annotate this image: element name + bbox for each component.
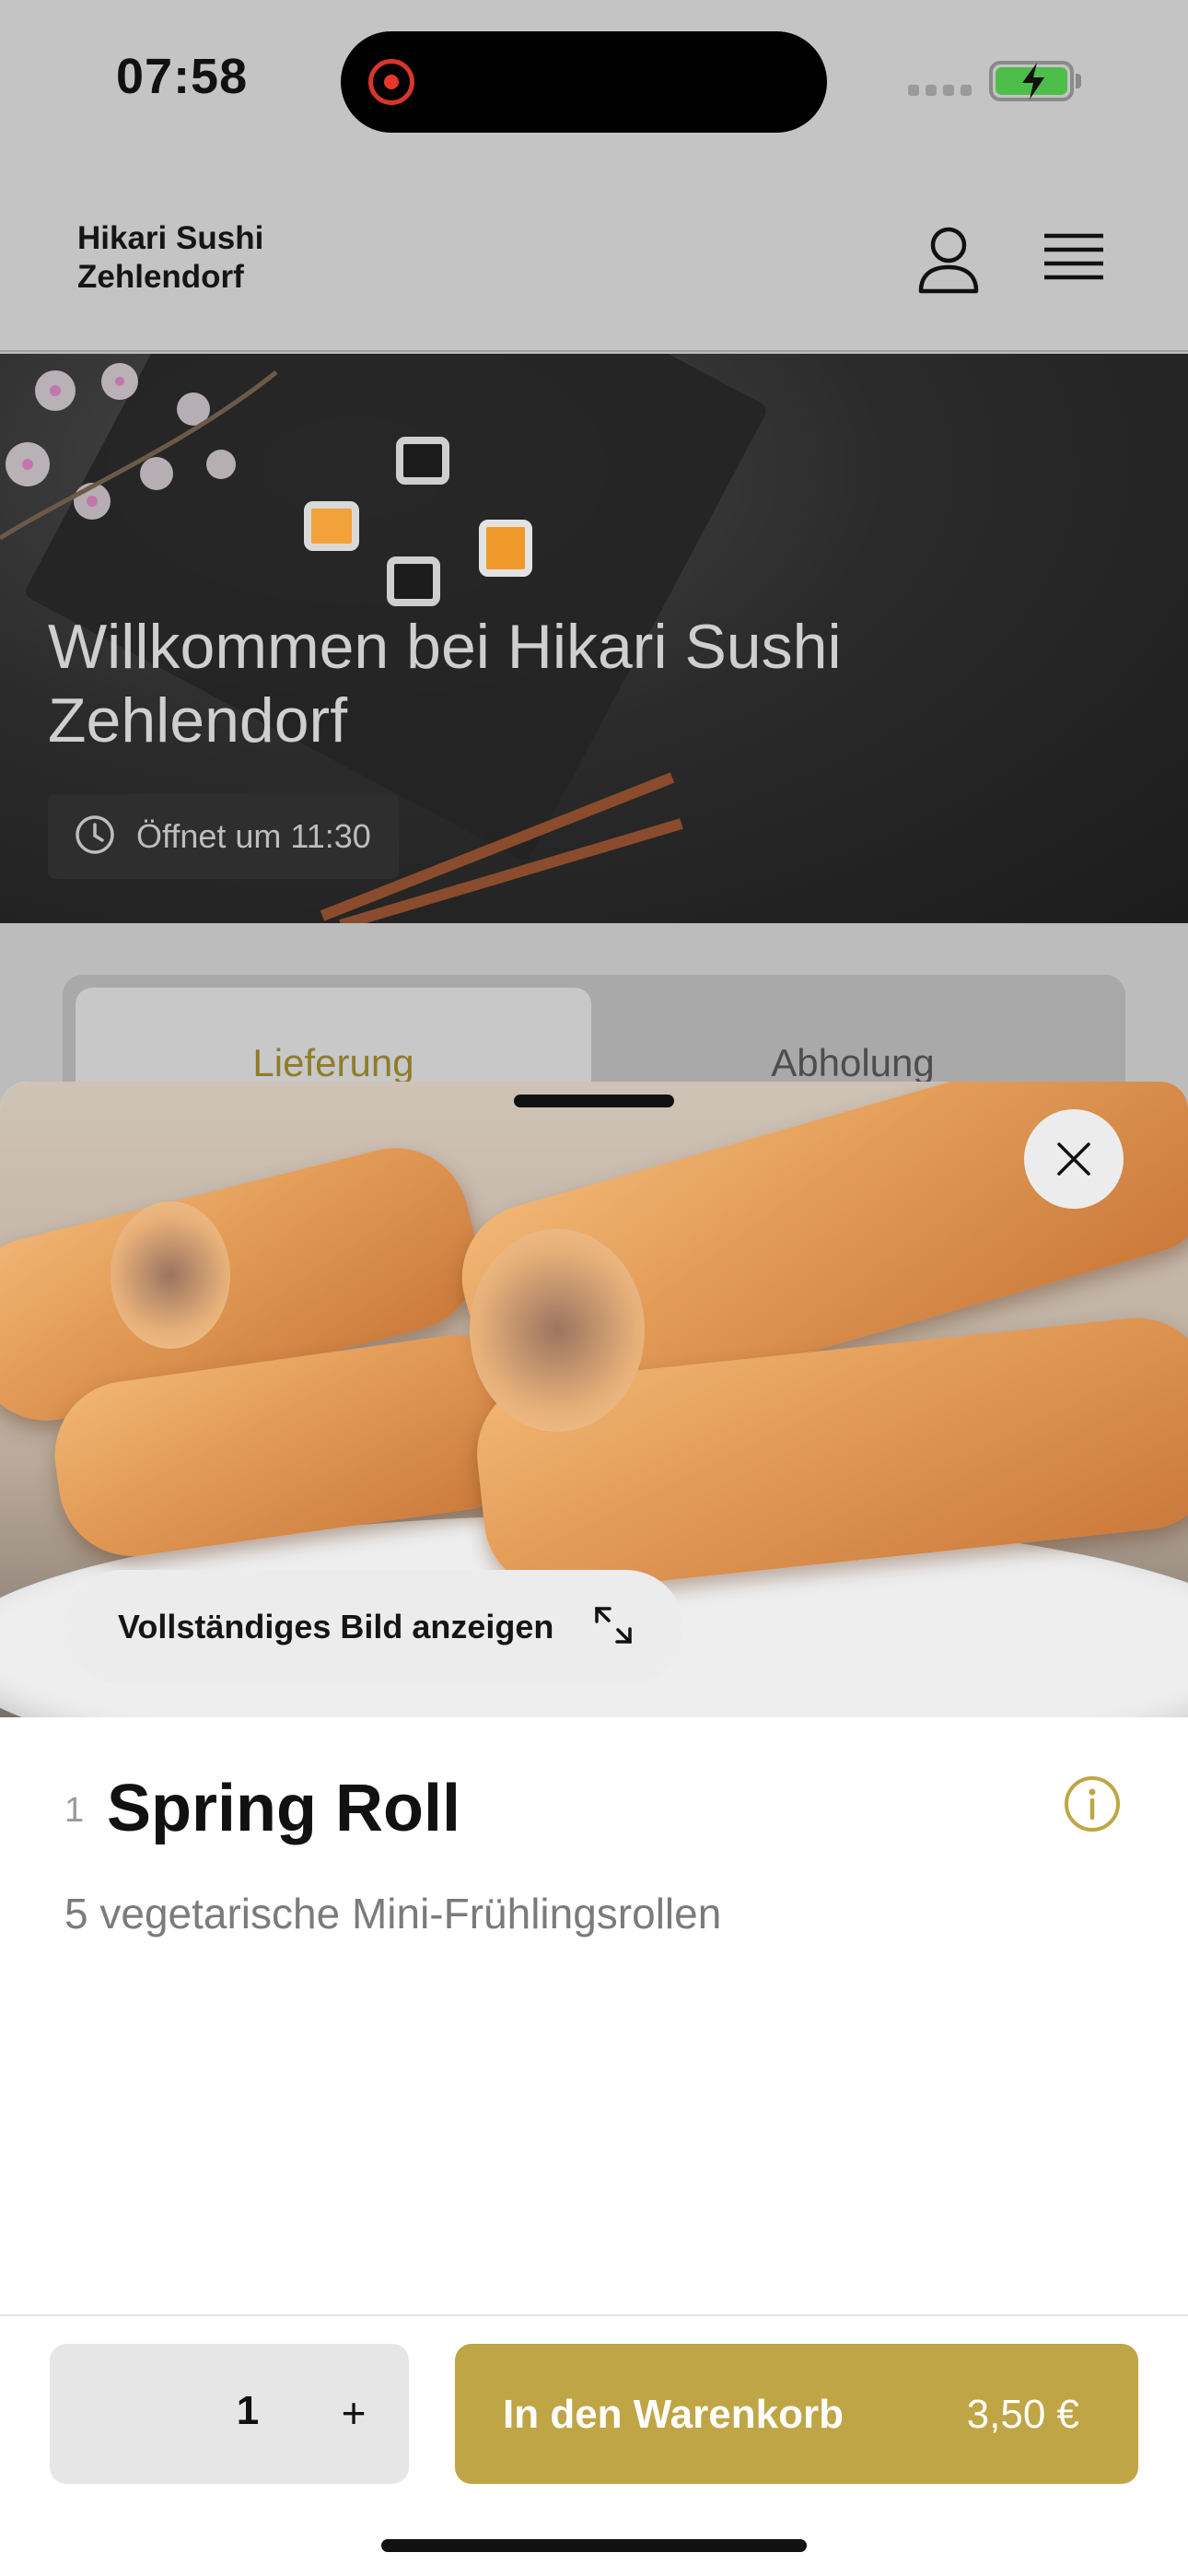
menu-icon[interactable]: [1041, 227, 1107, 291]
quantity-stepper: 1 +: [50, 2344, 409, 2484]
hero-banner: Willkommen bei Hikari Sushi Zehlendorf Ö…: [0, 354, 1188, 923]
app-header: Hikari Sushi Zehlendorf: [0, 175, 1188, 352]
brand-name[interactable]: Hikari Sushi Zehlendorf: [77, 219, 372, 297]
sushi-piece: [304, 501, 359, 551]
status-time: 07:58: [116, 49, 249, 104]
orchid-decoration: [0, 363, 278, 541]
show-full-image-label: Vollständiges Bild anzeigen: [118, 1608, 554, 1645]
opening-hours-text: Öffnet um 11:30: [136, 817, 371, 855]
info-icon[interactable]: [1063, 1774, 1122, 1833]
home-indicator[interactable]: [381, 2539, 807, 2552]
close-button[interactable]: [1024, 1109, 1124, 1209]
sushi-piece: [396, 437, 449, 485]
hero-title: Willkommen bei Hikari Sushi Zehlendorf: [48, 612, 842, 755]
record-icon: [368, 59, 414, 105]
battery-icon: [989, 61, 1081, 101]
add-to-cart-label: In den Warenkorb: [503, 2392, 844, 2437]
status-bar: 07:58: [0, 0, 1188, 175]
clock-icon: [74, 814, 116, 861]
close-icon: [1057, 1142, 1090, 1176]
add-to-cart-price: 3,50 €: [966, 2392, 1079, 2437]
item-description: 5 vegetarische Mini-Frühlingsrollen: [64, 1890, 722, 1938]
quantity-plus-button[interactable]: +: [326, 2381, 381, 2445]
sushi-piece: [479, 520, 532, 577]
opening-hours-badge: Öffnet um 11:30: [48, 794, 399, 879]
spring-roll-end: [470, 1229, 645, 1432]
dynamic-island: [341, 31, 827, 133]
quantity-value: 1: [236, 2388, 260, 2433]
sheet-grabber[interactable]: [514, 1095, 674, 1107]
signal-icon: [908, 85, 972, 96]
product-image: Vollständiges Bild anzeigen: [0, 1082, 1188, 1717]
sushi-piece: [387, 556, 440, 606]
spring-roll-end: [111, 1201, 230, 1349]
add-to-cart-button[interactable]: In den Warenkorb 3,50 €: [455, 2344, 1138, 2484]
item-title: Spring Roll: [107, 1772, 460, 1845]
item-number: 1: [64, 1791, 85, 1830]
product-sheet: Vollständiges Bild anzeigen 1 Spring Rol…: [0, 1082, 1188, 2576]
expand-icon: [595, 1607, 632, 1644]
show-full-image-button[interactable]: Vollständiges Bild anzeigen: [64, 1570, 683, 1684]
footer-divider: [0, 2314, 1188, 2316]
user-icon[interactable]: [915, 225, 982, 299]
